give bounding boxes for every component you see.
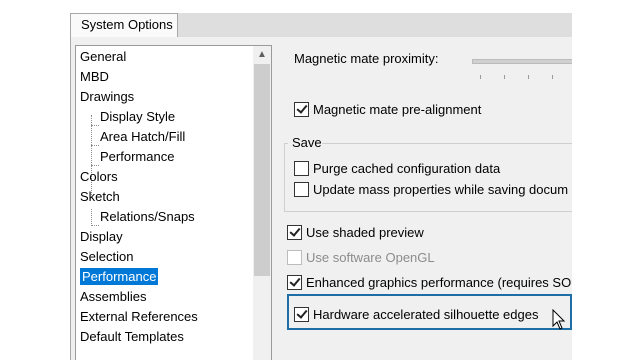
tree-guide-sketch bbox=[91, 209, 92, 226]
tree-item[interactable]: General bbox=[80, 47, 126, 66]
tree-item-label: Display Style bbox=[100, 109, 176, 124]
tree-item[interactable]: Performance bbox=[100, 147, 174, 166]
tree-item[interactable]: Display Style bbox=[100, 107, 175, 126]
tree-item[interactable]: Area Hatch/Fill bbox=[100, 127, 185, 146]
tree-item[interactable]: Performance bbox=[80, 267, 159, 286]
tree-item-label: Area Hatch/Fill bbox=[100, 129, 186, 144]
tree-item-label: Sketch bbox=[80, 189, 120, 204]
update-mass-checkbox[interactable] bbox=[294, 182, 309, 197]
tree-item-label: Performance bbox=[100, 149, 175, 164]
shaded-preview-label: Use shaded preview bbox=[306, 225, 424, 240]
tab-label: System Options bbox=[81, 17, 173, 32]
software-opengl-label: Use software OpenGL bbox=[306, 250, 435, 265]
magnetic-proximity-slider[interactable] bbox=[472, 59, 572, 64]
mouse-pointer-icon bbox=[552, 309, 566, 330]
slider-tick bbox=[552, 75, 553, 79]
group-border bbox=[284, 143, 285, 211]
tree-scrollbar[interactable]: ▲ bbox=[253, 46, 271, 360]
tree-item[interactable]: MBD bbox=[80, 67, 109, 86]
tree-item[interactable]: External References bbox=[80, 307, 198, 326]
tree-item[interactable]: Colors bbox=[80, 167, 118, 186]
purge-cached-checkbox[interactable] bbox=[294, 161, 309, 176]
slider-tick bbox=[528, 75, 529, 79]
tree-connector bbox=[91, 145, 99, 146]
slider-tick bbox=[480, 75, 481, 79]
save-group-label: Save bbox=[292, 135, 322, 150]
scrollbar-thumb[interactable] bbox=[254, 64, 270, 276]
chevron-up-icon[interactable]: ▲ bbox=[253, 46, 271, 63]
tree-item-label: Colors bbox=[80, 169, 118, 184]
tree-item[interactable]: Relations/Snaps bbox=[100, 207, 195, 226]
software-opengl-checkbox[interactable] bbox=[287, 250, 302, 265]
magnetic-proximity-label: Magnetic mate proximity: bbox=[294, 51, 439, 66]
magnetic-prealign-label: Magnetic mate pre-alignment bbox=[313, 102, 482, 117]
tree-item-label: Assemblies bbox=[80, 289, 147, 304]
tree-item[interactable]: Display bbox=[80, 227, 123, 246]
update-mass-label: Update mass properties while saving docu… bbox=[313, 182, 569, 197]
slider-tick bbox=[504, 75, 505, 79]
tree-item[interactable]: Default Templates bbox=[80, 327, 184, 346]
tree-item-label: Drawings bbox=[80, 89, 135, 104]
tree-item-label: Relations/Snaps bbox=[100, 209, 195, 224]
tree-connector bbox=[91, 125, 99, 126]
options-tree: General MBD Drawings Display Style Area Hatc… bbox=[75, 45, 272, 360]
tree-item[interactable]: Assemblies bbox=[80, 287, 146, 306]
tree-item-label: Performance bbox=[80, 268, 159, 285]
tree-item[interactable]: Selection bbox=[80, 247, 133, 266]
tree-item-label: Display bbox=[80, 229, 123, 244]
enhanced-graphics-checkbox[interactable] bbox=[287, 275, 302, 290]
tree-item-label: Default Templates bbox=[80, 329, 184, 344]
group-border bbox=[322, 143, 572, 144]
tree-item[interactable]: Drawings bbox=[80, 87, 134, 106]
purge-cached-label: Purge cached configuration data bbox=[313, 161, 501, 176]
tree-item-label: External References bbox=[80, 309, 198, 324]
tree-connector bbox=[91, 225, 99, 226]
enhanced-graphics-label: Enhanced graphics performance (requires … bbox=[306, 275, 572, 290]
tree-item-label: Selection bbox=[80, 249, 134, 264]
tree-connector bbox=[91, 165, 99, 166]
silhouette-edges-checkbox[interactable] bbox=[294, 307, 309, 322]
options-panel: Magnetic mate proximity: Magnetic mate p… bbox=[284, 37, 572, 360]
magnetic-prealign-checkbox[interactable] bbox=[294, 102, 309, 117]
shaded-preview-checkbox[interactable] bbox=[287, 225, 302, 240]
tab-system-options[interactable]: System Options bbox=[70, 13, 178, 38]
silhouette-edges-label: Hardware accelerated silhouette edges bbox=[313, 307, 539, 322]
tree-item[interactable]: Sketch bbox=[80, 187, 120, 206]
group-border bbox=[284, 211, 572, 212]
tree-item-label: MBD bbox=[80, 69, 109, 84]
tree-item-label: General bbox=[80, 49, 127, 64]
